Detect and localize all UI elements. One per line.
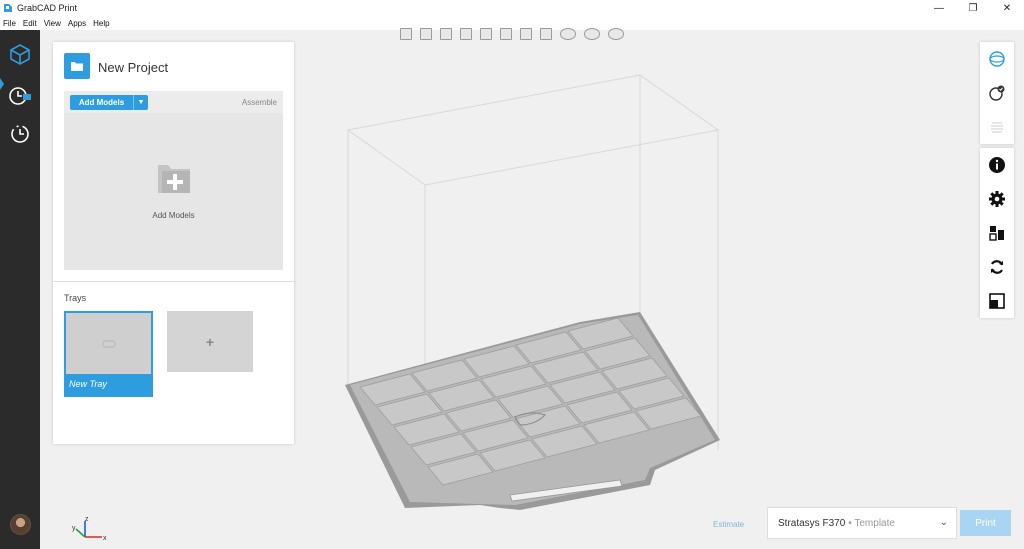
menu-edit[interactable]: Edit	[23, 19, 37, 28]
axis-z-label: z	[85, 516, 89, 523]
history-icon	[11, 125, 29, 143]
globe-icon	[989, 51, 1005, 67]
settings-button[interactable]	[980, 182, 1014, 216]
slice-button[interactable]	[980, 110, 1014, 144]
trays-heading: Trays	[64, 293, 87, 303]
view-toolbar	[400, 28, 632, 40]
view-cube-icon[interactable]	[400, 28, 412, 40]
clock-queue-icon	[9, 87, 31, 105]
left-sidebar	[0, 30, 40, 549]
menu-file[interactable]: File	[3, 19, 16, 28]
view-perspective-icon[interactable]	[540, 28, 552, 40]
grabcad-logo-icon	[4, 4, 12, 12]
view-group-a-icon[interactable]	[560, 28, 576, 40]
menu-apps[interactable]: Apps	[68, 19, 86, 28]
project-panel: New Project Add Models ▼ Assemble Add Mo…	[53, 42, 294, 444]
scale-button[interactable]	[980, 284, 1014, 318]
view-front-icon[interactable]	[420, 28, 432, 40]
rotate-button[interactable]	[980, 250, 1014, 284]
slice-icon	[991, 122, 1003, 133]
tray-card[interactable]: New Tray	[64, 311, 153, 397]
view-group-c-icon[interactable]	[608, 28, 624, 40]
user-avatar[interactable]	[10, 514, 31, 535]
view-back-icon[interactable]	[440, 28, 452, 40]
tray-thumbnail	[66, 313, 151, 374]
view-top-icon[interactable]	[500, 28, 512, 40]
models-area: Add Models ▼ Assemble Add Models	[64, 91, 283, 270]
window-title: GrabCAD Print	[17, 3, 78, 13]
cube-icon	[10, 44, 30, 65]
add-models-text: Add Models	[152, 211, 195, 220]
project-folder-icon	[64, 53, 90, 79]
axis-x-label: x	[103, 535, 107, 542]
info-icon	[989, 157, 1005, 173]
build-tray	[345, 312, 720, 510]
panel-divider	[53, 281, 294, 282]
maximize-button[interactable]: ❐	[956, 0, 990, 16]
print-button[interactable]: Print	[960, 510, 1011, 536]
estimate-link[interactable]: Estimate	[713, 520, 744, 529]
printer-template: • Template	[848, 517, 895, 529]
project-title[interactable]: New Project	[98, 60, 168, 75]
axis-y-label: y	[72, 525, 76, 532]
gear-icon	[989, 191, 1005, 207]
dropdown-caret-icon[interactable]: ▼	[133, 95, 148, 110]
view-left-icon[interactable]	[460, 28, 472, 40]
globe-button[interactable]	[980, 42, 1014, 76]
chevron-down-icon: ⌄	[939, 517, 948, 528]
close-button[interactable]: ✕	[990, 0, 1024, 16]
sidebar-item-models[interactable]	[8, 42, 32, 66]
window-controls: — ❐ ✕	[922, 0, 1024, 16]
view-iso-icon[interactable]	[520, 28, 532, 40]
arrange-icon	[989, 226, 1004, 241]
rotate-icon	[990, 260, 1004, 274]
right-toolbar-top	[980, 42, 1014, 144]
sidebar-item-queue[interactable]	[8, 84, 32, 108]
menu-view[interactable]: View	[44, 19, 61, 28]
view-right-icon[interactable]	[480, 28, 492, 40]
estimate-icon	[989, 85, 1005, 101]
scale-icon	[989, 293, 1005, 309]
add-models-button[interactable]: Add Models ▼	[70, 95, 148, 110]
printer-select[interactable]: Stratasys F370 • Template ⌄	[767, 507, 957, 539]
arrange-button[interactable]	[980, 216, 1014, 250]
printer-name: Stratasys F370	[778, 517, 846, 529]
add-models-button-label: Add Models	[78, 98, 125, 107]
add-folder-icon	[158, 165, 190, 193]
build-volume-viewport[interactable]	[330, 60, 740, 520]
estimate-button[interactable]	[980, 76, 1014, 110]
assemble-link[interactable]: Assemble	[242, 98, 277, 107]
info-button[interactable]	[980, 148, 1014, 182]
tray-preview-icon	[101, 339, 116, 348]
title-bar: GrabCAD Print — ❐ ✕	[0, 0, 1024, 16]
axes-indicator: z y x	[72, 516, 107, 542]
minimize-button[interactable]: —	[922, 0, 956, 16]
tray-label: New Tray	[69, 379, 107, 389]
add-tray-button[interactable]: +	[167, 311, 253, 372]
add-models-drop-zone[interactable]: Add Models	[64, 113, 283, 270]
active-indicator-icon	[0, 78, 4, 90]
menu-help[interactable]: Help	[93, 19, 109, 28]
right-toolbar-bottom	[980, 148, 1014, 318]
sidebar-item-history[interactable]	[8, 122, 32, 146]
view-group-b-icon[interactable]	[584, 28, 600, 40]
